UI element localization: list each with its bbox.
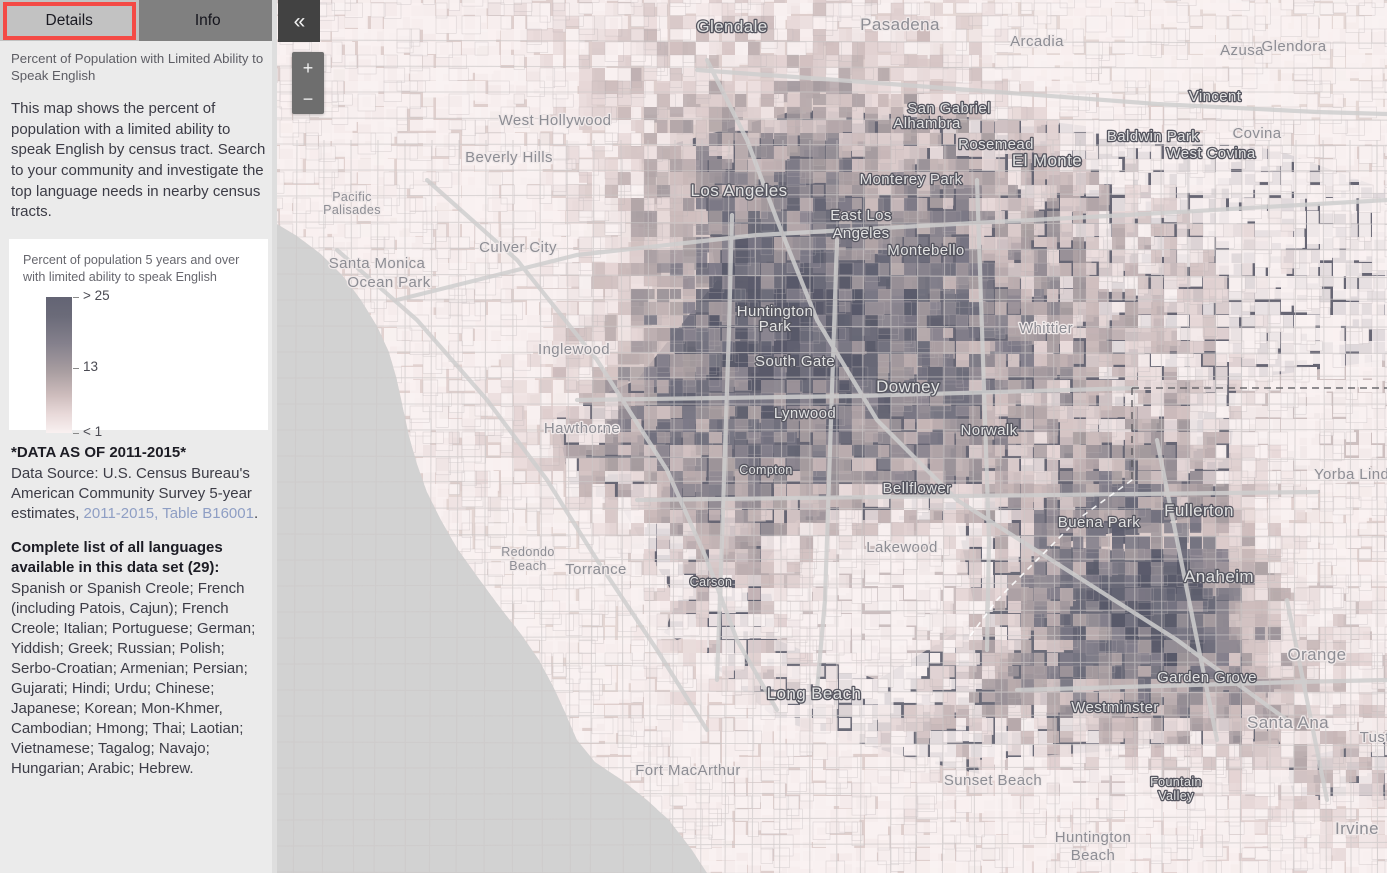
map-place-label: Montebello	[887, 242, 964, 259]
map-place-label: Los Angeles	[690, 181, 787, 200]
map-place-label: Alhambra	[893, 115, 961, 132]
legend-tick-label: > 25	[83, 287, 110, 303]
map-place-label: West Covina	[1166, 145, 1255, 162]
map-place-label: Vincent	[1189, 88, 1242, 105]
chevron-double-left-icon: «	[293, 9, 306, 33]
map-place-label: Huntington	[1055, 829, 1132, 846]
map-application: Glendale Pasadena Arcadia Azusa Glendora Vinc…	[0, 0, 1387, 873]
data-as-of-heading: *DATA AS OF 2011-2015*	[11, 443, 187, 461]
choropleth-map[interactable]: Glendale Pasadena Arcadia AzusaGlendora Vinc…	[277, 0, 1387, 873]
map-place-label: Torrance	[565, 561, 627, 578]
map-place-label: Santa Ana	[1247, 713, 1329, 732]
legend-tick-label: < 1	[83, 423, 103, 439]
map-place-label: Yorba Linda	[1314, 466, 1387, 483]
map-description: This map shows the percent of population…	[11, 99, 266, 221]
map-place-label: Valley	[1158, 789, 1194, 803]
map-place-label: Santa Monica	[329, 255, 426, 272]
legend-color-ramp	[46, 296, 72, 433]
map-place-label: Baldwin Park	[1107, 128, 1199, 145]
map-place-label: Westminster	[1071, 699, 1158, 716]
tab-info[interactable]: Info	[138, 0, 277, 41]
map-subtitle: Percent of Population with Limited Abili…	[11, 51, 264, 84]
map-place-label: Norwalk	[961, 422, 1018, 439]
legend-title: Percent of population 5 years and over w…	[23, 252, 240, 284]
map-place-label: Downey	[876, 377, 940, 396]
legend-tick-mark	[73, 296, 79, 298]
map-place-label: Anaheim	[1184, 567, 1254, 586]
map-place-label: Buena Park	[1058, 514, 1140, 531]
map-place-label: Garden Grove	[1157, 669, 1257, 686]
map-place-label: West Hollywood	[499, 112, 612, 129]
map-place-label: Park	[759, 318, 792, 335]
map-canvas[interactable]: Glendale Pasadena Arcadia Azusa Glendora Vinc…	[277, 0, 1387, 873]
map-place-label: Fort MacArthur	[635, 762, 741, 779]
map-place-label: Pasadena	[860, 15, 940, 34]
map-place-label: El Monte	[1012, 151, 1082, 170]
legend-tick-mark	[73, 367, 79, 369]
zoom-in-button[interactable]: +	[292, 52, 324, 83]
map-place-label: Irvine	[1335, 819, 1379, 838]
data-source-link[interactable]: 2011-2015, Table B16001	[84, 505, 254, 522]
map-place-label: Bellflower	[882, 480, 951, 497]
panel-tab-bar[interactable]: Details Info	[0, 0, 277, 41]
legend-tick-mark	[73, 432, 79, 434]
map-place-label: Whittier	[1019, 320, 1073, 337]
map-place-label: Monterey Park	[860, 171, 963, 188]
map-place-label: Pacific	[332, 190, 372, 204]
languages-list: Spanish or Spanish Creole; French (inclu…	[11, 579, 256, 778]
map-place-label: Glendora	[1262, 38, 1327, 55]
zoom-control[interactable]: + −	[292, 52, 324, 114]
map-place-label: East Los	[830, 207, 892, 224]
data-source-text: Data Source: U.S. Census Bureau's Americ…	[11, 464, 266, 524]
map-place-label: Palisades	[323, 203, 381, 217]
languages-heading: Complete list of all languages available…	[11, 539, 223, 577]
map-place-label: Long Beach	[767, 684, 862, 703]
map-place-label: Culver City	[479, 239, 557, 256]
legend-card: Percent of population 5 years and over w…	[9, 238, 268, 439]
data-source-suffix: .	[253, 505, 259, 523]
map-place-label: Angeles	[832, 225, 889, 242]
map-place-label: Sunset Beach	[944, 772, 1042, 789]
map-place-label: Lynwood	[774, 405, 836, 422]
map-place-label: Beverly Hills	[465, 149, 553, 166]
map-place-label: Ocean Park	[347, 274, 430, 291]
map-place-label: Hawthorne	[544, 420, 620, 437]
legend-body: > 25 13 < 1	[21, 288, 256, 439]
map-place-label: Tustin	[1360, 729, 1387, 746]
map-place-label: Inglewood	[538, 341, 610, 358]
map-place-label: Compton	[739, 463, 793, 477]
map-place-label: Fountain	[1150, 775, 1202, 789]
map-place-label: Lakewood	[866, 539, 938, 556]
panel-edge-divider	[272, 0, 277, 873]
map-place-label: Fullerton	[1164, 501, 1234, 520]
map-place-label: Covina	[1232, 125, 1281, 142]
legend-tick-label: 13	[83, 358, 99, 374]
tab-details[interactable]: Details	[0, 0, 139, 41]
map-place-label: Arcadia	[1010, 33, 1064, 50]
map-place-label: Azusa	[1220, 42, 1264, 59]
data-notes: *DATA AS OF 2011-2015* Data Source: U.S.…	[0, 430, 277, 780]
details-panel: Details Info Percent of Population with …	[0, 0, 277, 873]
collapse-panel-button[interactable]: «	[278, 0, 320, 42]
map-place-label: South Gate	[755, 353, 835, 370]
map-place-label: Orange	[1287, 645, 1346, 664]
map-place-label: Redondo	[501, 545, 555, 559]
map-place-label: Carson	[690, 575, 733, 589]
map-place-label: Beach	[1071, 847, 1116, 864]
zoom-out-button[interactable]: −	[292, 83, 324, 114]
panel-content-scroll[interactable]: Percent of Population with Limited Abili…	[0, 41, 277, 873]
map-place-label: Glendale	[696, 17, 767, 36]
map-place-label: Beach	[509, 559, 546, 573]
